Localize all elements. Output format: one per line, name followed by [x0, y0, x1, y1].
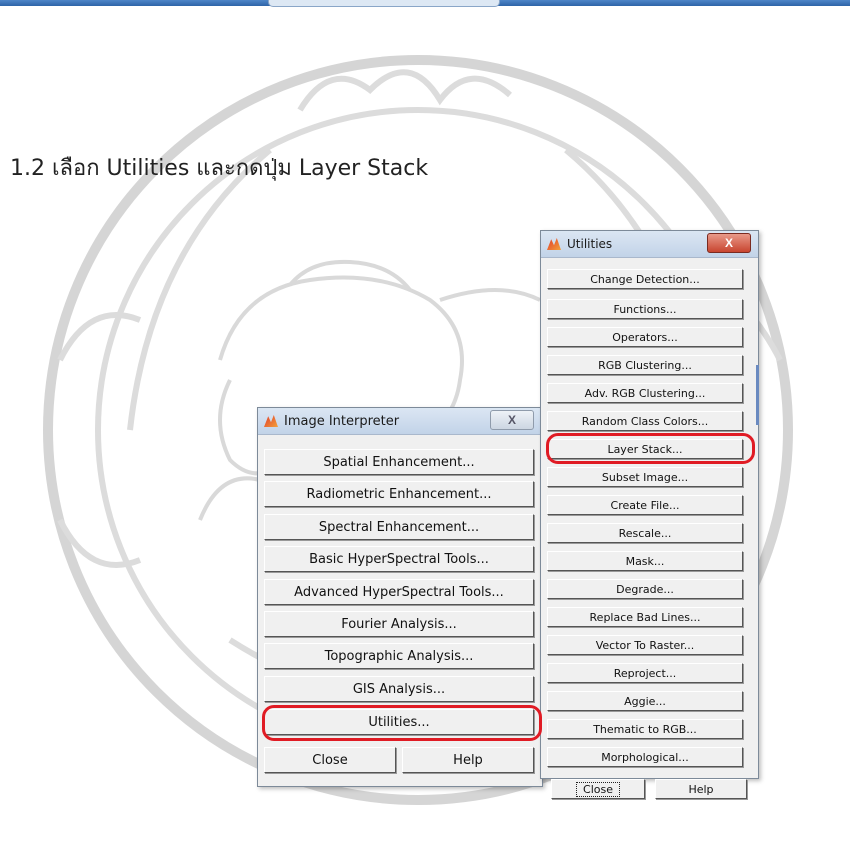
random-class-colors-button[interactable]: Random Class Colors... [547, 411, 743, 431]
adv-rgb-clustering-button[interactable]: Adv. RGB Clustering... [547, 383, 743, 403]
topographic-analysis-button[interactable]: Topographic Analysis... [264, 643, 534, 669]
basic-hyperspectral-tools-button[interactable]: Basic HyperSpectral Tools... [264, 546, 534, 572]
thematic-to-rgb-button[interactable]: Thematic to RGB... [547, 719, 743, 739]
replace-bad-lines-button[interactable]: Replace Bad Lines... [547, 607, 743, 627]
app-icon [547, 238, 561, 250]
reproject-button[interactable]: Reproject... [547, 663, 743, 683]
layer-stack-button[interactable]: Layer Stack... [547, 439, 743, 459]
image-interpreter-titlebar[interactable]: Image Interpreter X [258, 408, 542, 435]
create-file-button[interactable]: Create File... [547, 495, 743, 515]
instruction-heading: 1.2 เลือก Utilities และกดปุ่ม Layer Stac… [10, 156, 429, 181]
background-scrollbar [756, 365, 759, 425]
app-icon [264, 415, 278, 427]
degrade-button[interactable]: Degrade... [547, 579, 743, 599]
help-button[interactable]: Help [655, 779, 747, 799]
aggie-button[interactable]: Aggie... [547, 691, 743, 711]
close-button-label: Close [576, 782, 620, 797]
utilities-button[interactable]: Utilities... [264, 709, 534, 735]
advanced-hyperspectral-tools-button[interactable]: Advanced HyperSpectral Tools... [264, 579, 534, 605]
help-button[interactable]: Help [402, 747, 534, 773]
close-icon[interactable]: X [490, 410, 534, 430]
gis-analysis-button[interactable]: GIS Analysis... [264, 676, 534, 702]
vector-to-raster-button[interactable]: Vector To Raster... [547, 635, 743, 655]
close-button[interactable]: Close [551, 779, 645, 799]
spectral-enhancement-button[interactable]: Spectral Enhancement... [264, 514, 534, 540]
mask-button[interactable]: Mask... [547, 551, 743, 571]
utilities-titlebar[interactable]: Utilities X [541, 231, 758, 258]
functions-button[interactable]: Functions... [547, 299, 743, 319]
rgb-clustering-button[interactable]: RGB Clustering... [547, 355, 743, 375]
operators-button[interactable]: Operators... [547, 327, 743, 347]
radiometric-enhancement-button[interactable]: Radiometric Enhancement... [264, 481, 534, 507]
spatial-enhancement-button[interactable]: Spatial Enhancement... [264, 449, 534, 475]
close-button[interactable]: Close [264, 747, 396, 773]
subset-image-button[interactable]: Subset Image... [547, 467, 743, 487]
morphological-button[interactable]: Morphological... [547, 747, 743, 767]
change-detection-button[interactable]: Change Detection... [547, 269, 743, 289]
window-title: Utilities [567, 237, 613, 251]
window-title: Image Interpreter [284, 414, 400, 429]
image-interpreter-window: Image Interpreter X Spatial Enhancement.… [257, 407, 543, 787]
rescale-button[interactable]: Rescale... [547, 523, 743, 543]
fourier-analysis-button[interactable]: Fourier Analysis... [264, 611, 534, 637]
close-icon[interactable]: X [707, 233, 751, 253]
utilities-window: Utilities X Change Detection... Function… [540, 230, 759, 799]
